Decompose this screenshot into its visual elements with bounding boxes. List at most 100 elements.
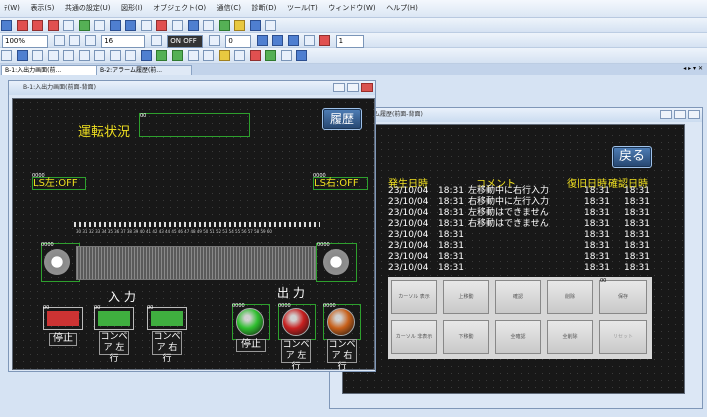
menu-item[interactable]: ヘルプ(H) — [382, 0, 422, 13]
menu-item[interactable]: ツール(T) — [283, 0, 322, 13]
switch-icon[interactable] — [156, 50, 168, 61]
line-icon[interactable] — [32, 50, 44, 61]
zoom-out-icon[interactable] — [69, 35, 81, 46]
alarm-window-title: B-2:アラーム履歴(前面-背面) — [330, 108, 702, 122]
select-icon[interactable] — [1, 50, 12, 61]
write-icon[interactable] — [203, 20, 215, 31]
table-row[interactable]: 23/10/04 18:31 右移動中に左行入力 18:31 18:31 — [388, 198, 652, 207]
cursor-show-button[interactable]: カーソル 表示 — [391, 280, 437, 314]
minimize-button[interactable] — [660, 110, 672, 119]
reset-button[interactable]: リセット — [599, 320, 647, 354]
move-up-button[interactable]: 上移動 — [443, 280, 489, 314]
undo-icon[interactable] — [109, 20, 121, 31]
delete-all-button[interactable]: 全削除 — [547, 320, 593, 354]
table-row[interactable]: 23/10/04 18:31 18:31 18:31 — [388, 253, 652, 262]
polyline-icon[interactable] — [47, 50, 59, 61]
on-off-toggle[interactable]: ON OFF — [167, 35, 204, 48]
zoom-select[interactable]: 100% — [2, 35, 48, 48]
new-icon[interactable] — [1, 20, 12, 31]
delete-button[interactable]: 削除 — [547, 280, 593, 314]
arc-icon[interactable] — [94, 50, 106, 61]
close-button[interactable] — [361, 83, 373, 92]
numeric-icon[interactable] — [187, 50, 199, 61]
table-row[interactable]: 23/10/04 18:31 左移動中に右行入力 18:31 18:31 — [388, 187, 652, 196]
arrow-icon[interactable] — [208, 35, 220, 46]
table-row[interactable]: 23/10/04 18:31 18:31 18:31 — [388, 242, 652, 251]
lamp-icon[interactable] — [172, 50, 184, 61]
layer-icon[interactable] — [256, 35, 268, 46]
ls-right-id: 0000 — [313, 173, 326, 179]
property-icon[interactable] — [319, 35, 331, 46]
chart-icon[interactable] — [203, 50, 215, 61]
menu-item[interactable]: オブジェクト(O) — [149, 0, 210, 13]
maximize-button[interactable] — [674, 110, 686, 119]
output-id: 0000 — [323, 303, 336, 309]
cut-icon[interactable] — [63, 20, 75, 31]
confirm-all-button[interactable]: 全確認 — [495, 320, 541, 354]
help-icon[interactable] — [265, 20, 277, 31]
menu-item[interactable]: ﾃ(W) — [0, 0, 24, 13]
copy-icon[interactable] — [78, 20, 90, 31]
menu-item[interactable]: 表示(S) — [26, 0, 58, 13]
io-window-title: B-1:入出力画面(前面-背面) — [9, 81, 375, 95]
zoom-in-icon[interactable] — [53, 35, 65, 46]
align-icon[interactable] — [272, 35, 284, 46]
cell-comment: 左移動中に右行入力 — [468, 186, 550, 196]
cell-recovered: 18:31 — [584, 208, 610, 218]
grid-icon[interactable] — [84, 35, 96, 46]
polygon-icon[interactable] — [109, 50, 121, 61]
screen-icon[interactable] — [156, 20, 168, 31]
page-field[interactable]: 1 — [335, 35, 364, 48]
open-icon[interactable] — [16, 20, 28, 31]
alarm-icon[interactable] — [218, 50, 230, 61]
verify-icon[interactable] — [234, 20, 246, 31]
library-icon[interactable] — [296, 50, 308, 61]
menu-item[interactable]: 共通の設定(U) — [61, 0, 115, 13]
order-icon[interactable] — [303, 35, 315, 46]
minimize-button[interactable] — [333, 83, 345, 92]
counter-field[interactable]: 0 — [225, 35, 252, 48]
save-icon[interactable] — [32, 20, 44, 31]
table-row[interactable]: 23/10/04 18:31 18:31 18:31 — [388, 264, 652, 273]
move-down-button[interactable]: 下移動 — [443, 320, 489, 354]
roller-left-icon — [44, 249, 70, 275]
parts-icon[interactable] — [280, 50, 292, 61]
menu-item[interactable]: 通信(C) — [213, 0, 245, 13]
save-button[interactable]: 保存 — [599, 280, 647, 314]
graph-icon[interactable] — [234, 50, 246, 61]
circle-icon[interactable] — [78, 50, 90, 61]
maximize-button[interactable] — [347, 83, 359, 92]
text-icon[interactable] — [16, 50, 28, 61]
font-size-select[interactable]: 16 — [101, 35, 146, 48]
simulate-icon[interactable] — [249, 20, 261, 31]
toolbar-row-3 — [0, 48, 707, 64]
tab-controls[interactable]: ◂ ▸ ▾ ✕ — [683, 65, 703, 72]
menu-item[interactable]: 図形(I) — [117, 0, 147, 13]
table-row[interactable]: 23/10/04 18:31 左移動はできません 18:31 18:31 — [388, 209, 652, 218]
find-icon[interactable] — [140, 20, 152, 31]
close-button[interactable] — [688, 110, 700, 119]
history-button[interactable]: 履歴 — [322, 108, 362, 130]
back-button[interactable]: 戻る — [612, 146, 652, 168]
recipe-icon[interactable] — [249, 50, 261, 61]
menu-item[interactable]: ウィンドウ(W) — [324, 0, 379, 13]
color-icon[interactable] — [150, 35, 162, 46]
monitor-icon[interactable] — [187, 20, 199, 31]
print-icon[interactable] — [47, 20, 59, 31]
menu-item[interactable]: 診断(D) — [248, 0, 281, 13]
script-icon[interactable] — [265, 50, 277, 61]
table-row[interactable]: 23/10/04 18:31 18:31 18:31 — [388, 231, 652, 240]
paste-icon[interactable] — [94, 20, 106, 31]
read-icon[interactable] — [218, 20, 230, 31]
cell-time: 18:31 — [438, 208, 464, 218]
cell-time: 18:31 — [438, 241, 464, 251]
group-icon[interactable] — [288, 35, 300, 46]
scale-icon[interactable] — [140, 50, 152, 61]
device-icon[interactable] — [172, 20, 184, 31]
cursor-hide-button[interactable]: カーソル 非表示 — [391, 320, 437, 354]
table-row[interactable]: 23/10/04 18:31 右移動はできません 18:31 18:31 — [388, 220, 652, 229]
table-icon[interactable] — [125, 50, 137, 61]
confirm-button[interactable]: 確認 — [495, 280, 541, 314]
redo-icon[interactable] — [125, 20, 137, 31]
rect-icon[interactable] — [63, 50, 75, 61]
